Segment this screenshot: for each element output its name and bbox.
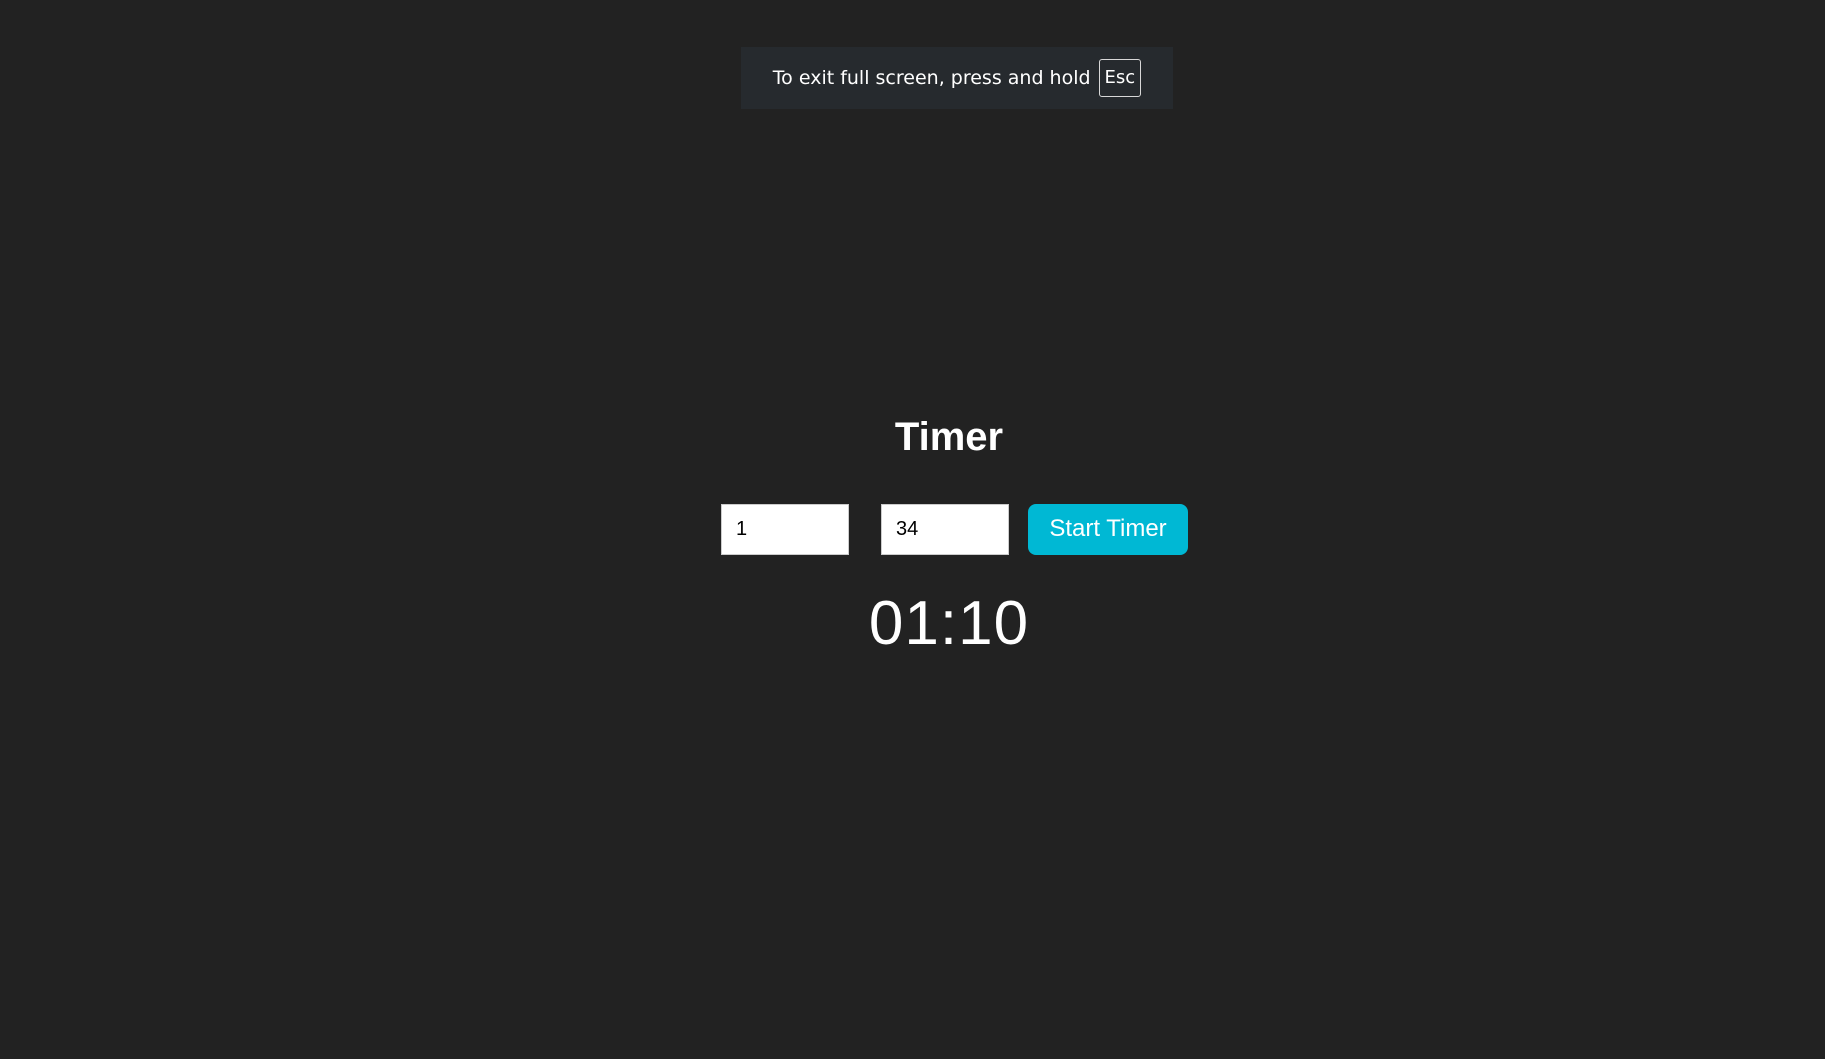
page-title: Timer: [894, 415, 1004, 459]
minutes-input[interactable]: [721, 503, 849, 555]
countdown-display: 01:10: [868, 589, 1030, 658]
start-timer-button[interactable]: Start Timer: [1028, 503, 1188, 555]
fullscreen-exit-notice: To exit full screen, press and hold Esc: [741, 47, 1173, 109]
seconds-input[interactable]: [881, 503, 1009, 555]
timer-controls: Start Timer: [721, 503, 1188, 555]
fullscreen-notice-text: To exit full screen, press and hold: [772, 67, 1091, 89]
esc-key-badge: Esc: [1098, 59, 1142, 97]
timer-page: To exit full screen, press and hold Esc …: [0, 0, 1825, 1059]
